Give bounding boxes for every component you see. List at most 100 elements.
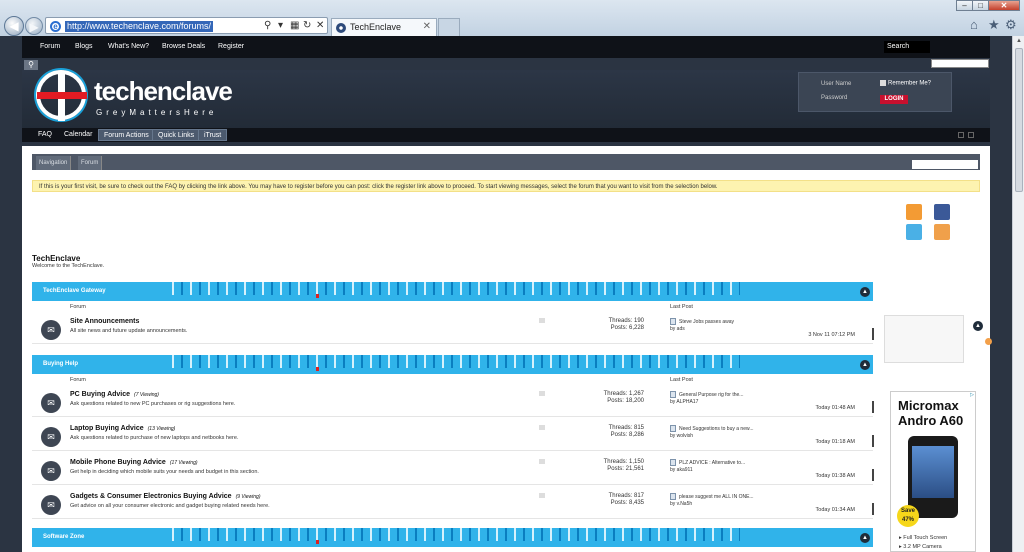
nav-whats-new[interactable]: What's New? bbox=[108, 43, 149, 50]
ie-icon: e bbox=[50, 21, 61, 32]
last-post[interactable]: Steve Jobs passes away by ads bbox=[670, 318, 734, 333]
rss-small-icon[interactable] bbox=[539, 459, 545, 464]
collapse-icon[interactable]: ▲ bbox=[860, 533, 870, 543]
forum-row[interactable]: ✉ Laptop Buying Advice (13 Viewing) Ask q… bbox=[32, 419, 874, 451]
forum-stats: Threads: 1,267 Posts: 18,200 bbox=[603, 391, 644, 404]
section-title[interactable]: TechEnclave Gateway bbox=[32, 282, 165, 301]
forum-row[interactable]: ✉ Mobile Phone Buying Advice (17 Viewing)… bbox=[32, 453, 874, 485]
sub-navigation: FAQ Calendar Forum Actions Quick Links i… bbox=[22, 128, 990, 142]
login-button[interactable]: LOGIN bbox=[880, 95, 908, 104]
last-post[interactable]: please suggest me ALL IN ONE... by v.Na5h bbox=[670, 493, 754, 508]
minimize-button[interactable]: – bbox=[956, 0, 973, 11]
home-icon[interactable]: ⌂ bbox=[970, 17, 978, 32]
save-badge: Save 47% bbox=[897, 505, 919, 527]
close-window-button[interactable]: ✕ bbox=[988, 0, 1020, 11]
rss-small-icon[interactable] bbox=[539, 425, 545, 430]
facebook-icon[interactable] bbox=[934, 204, 950, 220]
last-post-time: 3 Nov 11 07:12 PM bbox=[808, 332, 855, 338]
breadcrumb-forum[interactable]: Forum bbox=[78, 156, 103, 170]
favicon-icon bbox=[336, 23, 346, 33]
forum-description: Get help in deciding which mobile suits … bbox=[70, 469, 259, 475]
forum-description: Get advice on all your consumer electron… bbox=[70, 503, 270, 509]
social-links bbox=[906, 204, 954, 244]
forum-envelope-icon: ✉ bbox=[41, 320, 61, 340]
search-input[interactable] bbox=[931, 59, 989, 68]
remember-checkbox[interactable] bbox=[880, 80, 886, 86]
quick-links-button[interactable]: Quick Links bbox=[152, 129, 201, 141]
search-icon[interactable]: ⚲ bbox=[264, 20, 271, 31]
forum-stats: Threads: 1,150 Posts: 21,561 bbox=[603, 459, 644, 472]
nav-blogs[interactable]: Blogs bbox=[75, 43, 93, 50]
nav-forum[interactable]: Forum bbox=[40, 43, 60, 50]
nav-register[interactable]: Register bbox=[218, 43, 244, 50]
magnifier-icon[interactable]: ⚲ bbox=[24, 60, 38, 70]
forum-description: Ask questions related to purchase of new… bbox=[70, 435, 239, 441]
nav-box-icon[interactable] bbox=[968, 132, 974, 138]
last-post[interactable]: PLZ ADVICE : Alternative to... by aka911 bbox=[670, 459, 745, 474]
sidebar-block: ▲ bbox=[884, 315, 983, 363]
forum-actions-button[interactable]: Forum Actions bbox=[98, 129, 155, 141]
search-button[interactable]: Search bbox=[884, 41, 930, 53]
rss-small-icon[interactable] bbox=[539, 493, 545, 498]
collapse-icon[interactable]: ▲ bbox=[860, 360, 870, 370]
refresh-icon[interactable]: ↻ bbox=[303, 20, 311, 31]
rss-small-icon[interactable] bbox=[539, 318, 545, 323]
new-tab-button[interactable] bbox=[438, 18, 460, 36]
post-icon bbox=[670, 391, 676, 398]
advertisement[interactable]: ▷ Micromax Andro A60 Save 47% ▸ Full Touch… bbox=[890, 391, 976, 552]
twitter-icon[interactable] bbox=[906, 224, 922, 240]
back-button[interactable]: ◀ bbox=[4, 16, 24, 36]
site-logo[interactable]: techenclave GreyMattersHere bbox=[36, 70, 296, 126]
last-post-time: Today 01:18 AM bbox=[815, 439, 855, 445]
column-forum: Forum bbox=[70, 304, 86, 310]
dropdown-icon[interactable]: ▾ bbox=[278, 20, 283, 31]
forum-envelope-icon: ✉ bbox=[41, 427, 61, 447]
forum-title[interactable]: PC Buying Advice (7 Viewing) bbox=[70, 391, 159, 398]
section-title[interactable]: Buying Help bbox=[32, 355, 165, 374]
sidebar-collapse-icon[interactable]: ▲ bbox=[973, 321, 983, 331]
tab-techenclave[interactable]: TechEnclave ✕ bbox=[331, 18, 437, 36]
forum-description: Ask questions related to new PC purchase… bbox=[70, 401, 236, 407]
section-header-gateway: TechEnclave Gateway ▲ bbox=[32, 282, 873, 301]
forum-row[interactable]: ✉ PC Buying Advice (7 Viewing) Ask questi… bbox=[32, 385, 874, 417]
rss-icon[interactable] bbox=[906, 204, 922, 220]
breadcrumb-navigation[interactable]: Navigation bbox=[36, 156, 72, 170]
maximize-button[interactable]: □ bbox=[972, 0, 989, 11]
forum-title[interactable]: Site Announcements bbox=[70, 318, 143, 325]
forward-button[interactable]: ▶ bbox=[25, 17, 43, 35]
vertical-scrollbar[interactable]: ▲ bbox=[1012, 36, 1024, 552]
tools-gear-icon[interactable]: ⚙ bbox=[1005, 17, 1017, 33]
forum-row[interactable]: ✉ Gadgets & Consumer Electronics Buying … bbox=[32, 487, 874, 519]
nav-faq[interactable]: FAQ bbox=[38, 131, 52, 138]
forum-stats: Threads: 190 Posts: 6,228 bbox=[608, 318, 644, 331]
logo-crosshair-icon bbox=[36, 70, 87, 121]
stop-icon[interactable]: ✕ bbox=[316, 20, 324, 31]
compat-icon[interactable]: ▦ bbox=[290, 20, 299, 31]
share-icon[interactable] bbox=[934, 224, 950, 240]
section-title[interactable]: Software Zone bbox=[32, 528, 165, 547]
scrollbar-thumb[interactable] bbox=[1015, 48, 1023, 192]
last-post[interactable]: Need Suggestions to buy a new... by wolvi… bbox=[670, 425, 754, 440]
itrust-button[interactable]: iTrust bbox=[198, 129, 228, 141]
forum-title[interactable]: Gadgets & Consumer Electronics Buying Ad… bbox=[70, 493, 260, 500]
nav-box-icon[interactable] bbox=[958, 132, 964, 138]
scroll-up-icon[interactable]: ▲ bbox=[1016, 38, 1022, 44]
forum-row[interactable]: ✉ Site Announcements All site news and f… bbox=[32, 312, 874, 344]
remember-me[interactable]: Remember Me? bbox=[880, 80, 931, 87]
ad-choices-icon[interactable]: ▷ bbox=[970, 392, 974, 398]
favorites-star-icon[interactable]: ★ bbox=[988, 17, 1000, 33]
nav-calendar[interactable]: Calendar bbox=[64, 131, 92, 138]
address-bar[interactable]: e http://www.techenclave.com/forums/ ⚲ ▾… bbox=[45, 17, 328, 34]
nav-browse-deals[interactable]: Browse Deals bbox=[162, 43, 205, 50]
forum-title[interactable]: Laptop Buying Advice (13 Viewing) bbox=[70, 425, 175, 432]
column-last-post: Last Post bbox=[670, 304, 693, 310]
last-post[interactable]: General Purpose rig for the... by ALPHA17 bbox=[670, 391, 743, 406]
rss-small-icon[interactable] bbox=[539, 391, 545, 396]
welcome-text: Welcome to the TechEnclave. bbox=[32, 263, 105, 269]
close-tab-icon[interactable]: ✕ bbox=[423, 21, 431, 32]
url-text[interactable]: http://www.techenclave.com/forums/ bbox=[65, 21, 214, 32]
forum-title[interactable]: Mobile Phone Buying Advice (17 Viewing) bbox=[70, 459, 198, 466]
tab-title: TechEnclave bbox=[350, 22, 402, 32]
last-post-time: Today 01:34 AM bbox=[815, 507, 855, 513]
collapse-icon[interactable]: ▲ bbox=[860, 287, 870, 297]
